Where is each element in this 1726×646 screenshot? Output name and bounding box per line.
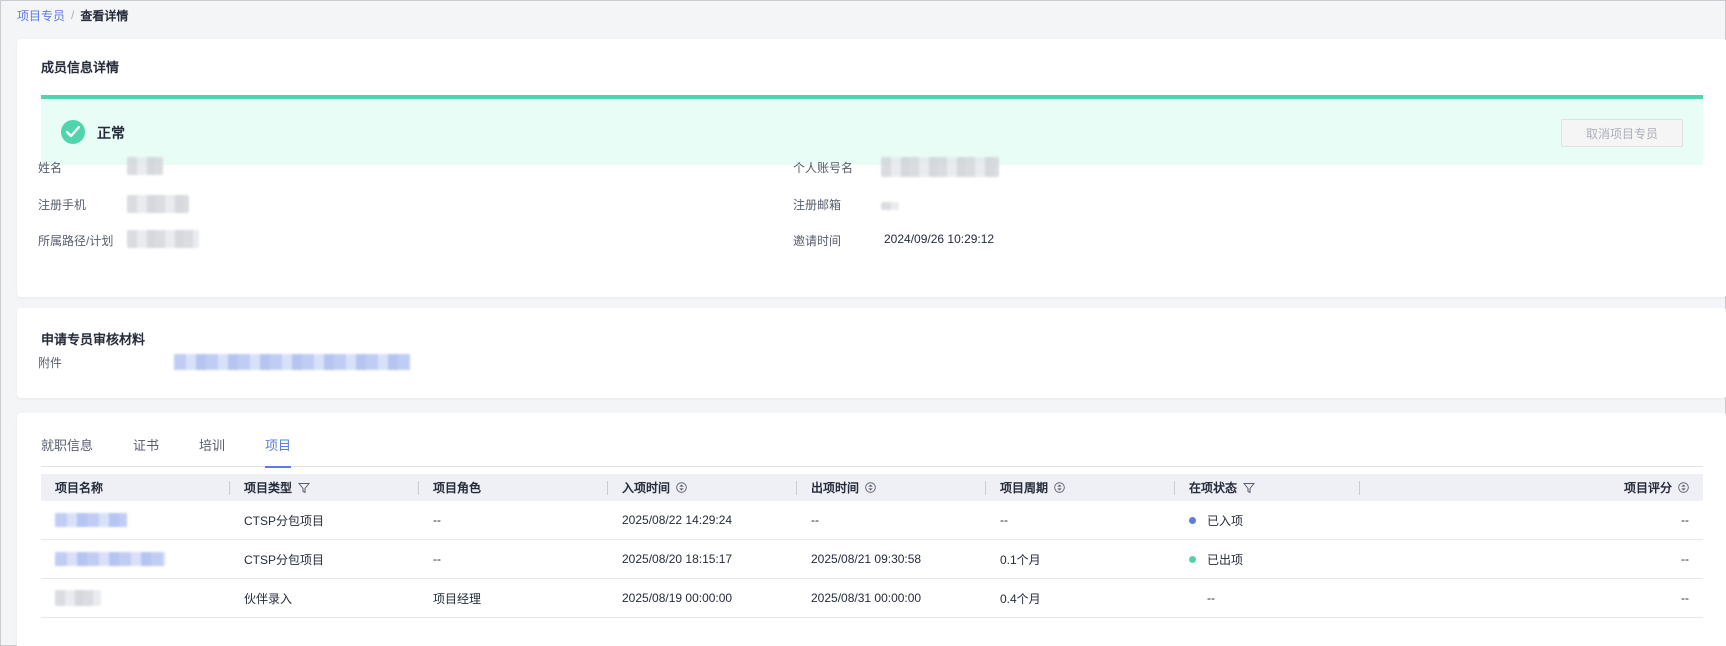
column-header-out-time: 出项时间 bbox=[797, 474, 986, 501]
column-header-name: 项目名称 bbox=[41, 474, 230, 501]
column-header-period: 项目周期 bbox=[986, 474, 1175, 501]
breadcrumb-parent-link[interactable]: 项目专员 bbox=[17, 7, 65, 24]
path-value-redacted bbox=[127, 230, 199, 248]
name-label: 姓名 bbox=[38, 161, 63, 175]
sort-icon[interactable] bbox=[865, 482, 876, 493]
period-cell: 0.4个月 bbox=[1000, 591, 1041, 606]
project-name-cell[interactable] bbox=[41, 501, 230, 540]
status-text: 已入项 bbox=[1207, 513, 1244, 528]
materials-title: 申请专员审核材料 bbox=[41, 332, 146, 347]
score-cell: -- bbox=[1681, 591, 1689, 605]
sort-icon[interactable] bbox=[1678, 482, 1689, 493]
status-cell: 已出项 bbox=[1175, 540, 1360, 579]
tab-bar: 就职信息 证书 培训 项目 bbox=[41, 435, 1703, 468]
status-cell: 已入项 bbox=[1175, 501, 1360, 540]
column-header-score: 项目评分 bbox=[1360, 474, 1703, 501]
cancel-specialist-button[interactable]: 取消项目专员 bbox=[1561, 119, 1683, 147]
status-dot bbox=[1189, 516, 1196, 524]
project-type-cell: CTSP分包项目 bbox=[244, 513, 325, 528]
column-header-label: 入项时间 bbox=[622, 481, 671, 495]
out-time-cell: 2025/08/31 00:00:00 bbox=[811, 591, 922, 605]
member-info-title: 成员信息详情 bbox=[41, 60, 120, 75]
status-cell: -- bbox=[1207, 591, 1215, 605]
status-text: 正常 bbox=[97, 125, 125, 141]
project-name-cell[interactable] bbox=[41, 579, 230, 618]
tab-certificates[interactable]: 证书 bbox=[133, 435, 159, 467]
column-header-label: 在项状态 bbox=[1189, 481, 1238, 495]
invite-time-value: 2024/09/26 10:29:12 bbox=[884, 232, 995, 246]
column-header-label: 项目周期 bbox=[1000, 481, 1049, 495]
attachment-link-redacted[interactable] bbox=[174, 354, 410, 370]
materials-card: 申请专员审核材料 附件 bbox=[17, 308, 1726, 398]
project-type-cell: 伙伴录入 bbox=[244, 591, 293, 606]
tab-training[interactable]: 培训 bbox=[199, 435, 225, 467]
projects-table: 项目名称 项目类型 项目角色 入项时间 出项时间 项目周期 在项状态 项目评分 … bbox=[41, 474, 1703, 618]
tab-employment[interactable]: 就职信息 bbox=[41, 435, 93, 467]
score-cell: -- bbox=[1681, 513, 1689, 527]
project-name-redacted[interactable] bbox=[55, 590, 101, 606]
breadcrumb-current: 查看详情 bbox=[80, 8, 129, 23]
column-header-type: 项目类型 bbox=[230, 474, 419, 501]
in-time-cell: 2025/08/20 18:15:17 bbox=[622, 552, 733, 566]
in-time-cell: 2025/08/19 00:00:00 bbox=[622, 591, 733, 605]
attachment-label: 附件 bbox=[38, 356, 63, 370]
sort-icon[interactable] bbox=[1054, 482, 1065, 493]
project-name-redacted[interactable] bbox=[55, 552, 165, 566]
column-header-label: 出项时间 bbox=[811, 481, 860, 495]
project-name-cell[interactable] bbox=[41, 540, 230, 579]
filter-icon[interactable] bbox=[298, 482, 311, 494]
phone-label: 注册手机 bbox=[38, 198, 87, 212]
status-text: 已出项 bbox=[1207, 552, 1244, 567]
invite-time-label: 邀请时间 bbox=[793, 234, 842, 248]
period-cell: 0.1个月 bbox=[1000, 552, 1041, 567]
out-time-cell: 2025/08/21 09:30:58 bbox=[811, 552, 922, 566]
column-header-label: 项目角色 bbox=[433, 481, 482, 495]
column-header-label: 项目名称 bbox=[55, 481, 104, 495]
table-row: CTSP分包项目 -- 2025/08/20 18:15:17 2025/08/… bbox=[41, 540, 1703, 579]
table-row: 伙伴录入 项目经理 2025/08/19 00:00:00 2025/08/31… bbox=[41, 579, 1703, 618]
member-info-card: 成员信息详情 正常 取消项目专员 姓名 个人账号名 注册手机 注册邮箱 所属路径… bbox=[17, 39, 1726, 297]
table-row: CTSP分包项目 -- 2025/08/22 14:29:24 -- -- 已入… bbox=[41, 501, 1703, 540]
tab-projects[interactable]: 项目 bbox=[265, 435, 292, 468]
name-value-redacted bbox=[127, 157, 163, 175]
score-cell: -- bbox=[1681, 552, 1689, 566]
filter-icon[interactable] bbox=[1243, 482, 1256, 494]
project-role-cell: -- bbox=[433, 552, 441, 566]
out-time-cell: -- bbox=[811, 513, 819, 527]
path-label: 所属路径/计划 bbox=[38, 234, 114, 248]
period-cell: -- bbox=[1000, 513, 1008, 527]
breadcrumb: 项目专员 / 查看详情 bbox=[17, 6, 128, 24]
status-dot bbox=[1189, 555, 1196, 563]
details-tabs-card: 就职信息 证书 培训 项目 项目名称 项目类型 项目角色 入项时间 出项时间 项… bbox=[17, 413, 1726, 646]
column-header-label: 项目评分 bbox=[1623, 481, 1672, 495]
project-role-cell: 项目经理 bbox=[433, 591, 482, 606]
status-banner: 正常 取消项目专员 bbox=[41, 95, 1703, 165]
sort-icon[interactable] bbox=[676, 482, 687, 493]
project-type-cell: CTSP分包项目 bbox=[244, 552, 325, 567]
email-value-redacted bbox=[881, 202, 899, 210]
account-value-redacted bbox=[881, 157, 999, 177]
table-header: 项目名称 项目类型 项目角色 入项时间 出项时间 项目周期 在项状态 项目评分 bbox=[41, 474, 1703, 501]
project-role-cell: -- bbox=[433, 513, 441, 527]
in-time-cell: 2025/08/22 14:29:24 bbox=[622, 513, 733, 527]
check-circle-icon bbox=[61, 120, 85, 144]
email-label: 注册邮箱 bbox=[793, 198, 842, 212]
breadcrumb-separator: / bbox=[71, 8, 75, 22]
phone-value-redacted bbox=[127, 195, 189, 213]
column-header-label: 项目类型 bbox=[244, 481, 293, 495]
column-header-role: 项目角色 bbox=[419, 474, 608, 501]
account-label: 个人账号名 bbox=[793, 161, 854, 175]
column-header-in-time: 入项时间 bbox=[608, 474, 797, 501]
project-name-redacted[interactable] bbox=[55, 513, 127, 527]
column-header-status: 在项状态 bbox=[1175, 474, 1360, 501]
